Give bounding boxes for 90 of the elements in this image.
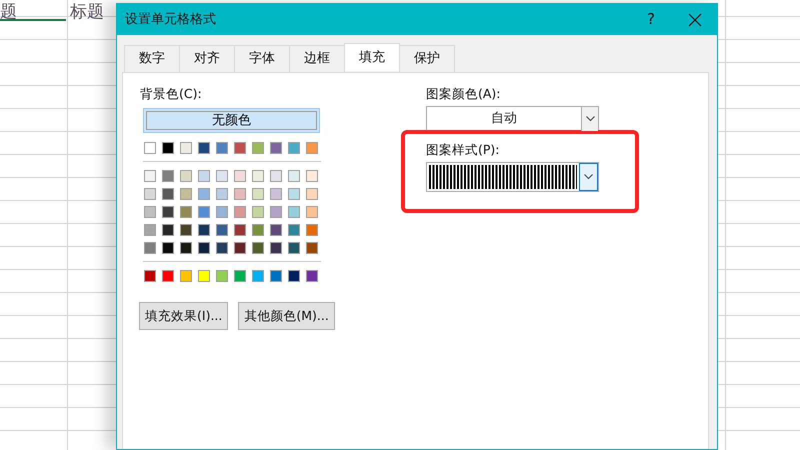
color-swatch[interactable]: [144, 188, 156, 200]
chevron-down-icon: [584, 174, 593, 180]
color-swatch[interactable]: [180, 224, 192, 236]
color-swatch[interactable]: [288, 206, 300, 218]
color-swatch[interactable]: [252, 206, 264, 218]
color-swatch[interactable]: [162, 206, 174, 218]
color-swatch[interactable]: [306, 170, 318, 182]
color-swatch[interactable]: [288, 224, 300, 236]
color-swatch[interactable]: [180, 188, 192, 200]
color-swatch[interactable]: [252, 270, 264, 282]
field-label: 背景色(C):: [140, 86, 203, 102]
color-swatch[interactable]: [180, 270, 192, 282]
color-swatch[interactable]: [270, 242, 282, 254]
color-swatch[interactable]: [306, 142, 318, 154]
color-swatch[interactable]: [252, 142, 264, 154]
color-swatch[interactable]: [216, 242, 228, 254]
color-swatch[interactable]: [144, 142, 156, 154]
tab[interactable]: 数字: [124, 45, 180, 72]
color-swatch[interactable]: [216, 206, 228, 218]
color-swatch[interactable]: [270, 224, 282, 236]
field-label: 图案样式(P):: [426, 142, 501, 158]
color-swatch[interactable]: [216, 270, 228, 282]
color-swatch[interactable]: [198, 142, 210, 154]
color-swatch[interactable]: [270, 270, 282, 282]
color-swatch[interactable]: [198, 206, 210, 218]
color-swatch[interactable]: [288, 242, 300, 254]
color-swatch[interactable]: [252, 170, 264, 182]
color-swatch[interactable]: [234, 142, 246, 154]
color-swatch[interactable]: [216, 142, 228, 154]
color-swatch[interactable]: [306, 242, 318, 254]
pattern-style-dropdown[interactable]: [426, 162, 599, 192]
color-swatch[interactable]: [162, 224, 174, 236]
color-swatch[interactable]: [306, 224, 318, 236]
color-swatch[interactable]: [162, 142, 174, 154]
color-swatch[interactable]: [252, 224, 264, 236]
color-swatch[interactable]: [216, 224, 228, 236]
tab[interactable]: 边框: [289, 45, 345, 72]
color-swatch[interactable]: [252, 188, 264, 200]
color-swatch[interactable]: [162, 242, 174, 254]
color-swatch[interactable]: [234, 206, 246, 218]
color-swatch[interactable]: [234, 188, 246, 200]
color-swatch[interactable]: [144, 270, 156, 282]
color-swatch[interactable]: [144, 206, 156, 218]
color-swatch[interactable]: [270, 188, 282, 200]
dialog-button[interactable]: 填充效果(I)...: [139, 302, 228, 330]
tab[interactable]: 保护: [399, 45, 455, 72]
color-swatch[interactable]: [288, 188, 300, 200]
color-swatch[interactable]: [306, 206, 318, 218]
color-swatch[interactable]: [234, 270, 246, 282]
field-label: 图案颜色(A):: [426, 86, 502, 102]
color-swatch[interactable]: [270, 142, 282, 154]
color-swatch[interactable]: [180, 242, 192, 254]
color-swatch[interactable]: [198, 242, 210, 254]
color-swatch[interactable]: [288, 270, 300, 282]
pattern-color-dropdown[interactable]: 自动: [426, 106, 599, 132]
color-swatch[interactable]: [252, 242, 264, 254]
color-swatch[interactable]: [288, 142, 300, 154]
tab[interactable]: 填充: [344, 43, 400, 71]
dropdown-value: 自动: [490, 110, 518, 128]
window-title: 设置单元格格式: [125, 10, 217, 29]
color-swatch[interactable]: [198, 188, 210, 200]
color-swatch[interactable]: [162, 188, 174, 200]
cell-text: 题: [0, 4, 66, 21]
color-swatch[interactable]: [216, 170, 228, 182]
color-swatch[interactable]: [162, 270, 174, 282]
help-button[interactable]: ?: [629, 8, 673, 31]
color-swatch[interactable]: [198, 170, 210, 182]
color-swatch[interactable]: [270, 206, 282, 218]
color-swatch[interactable]: [162, 170, 174, 182]
close-icon: [688, 12, 702, 26]
color-swatch[interactable]: [180, 206, 192, 218]
color-swatch[interactable]: [288, 170, 300, 182]
color-swatch[interactable]: [234, 242, 246, 254]
color-swatch[interactable]: [180, 142, 192, 154]
color-swatch[interactable]: [234, 170, 246, 182]
color-swatch[interactable]: [180, 170, 192, 182]
color-swatch[interactable]: [198, 270, 210, 282]
color-swatch[interactable]: [216, 188, 228, 200]
color-swatch[interactable]: [306, 270, 318, 282]
color-swatch[interactable]: [144, 170, 156, 182]
color-swatch[interactable]: [144, 242, 156, 254]
color-swatch[interactable]: [306, 188, 318, 200]
cell-text: 标题: [70, 2, 104, 22]
color-swatch[interactable]: [234, 224, 246, 236]
color-swatch[interactable]: [270, 170, 282, 182]
dialog-button[interactable]: 其他颜色(M)...: [238, 302, 335, 330]
no-color-button[interactable]: 无颜色: [143, 108, 320, 133]
color-swatch[interactable]: [144, 224, 156, 236]
color-swatch[interactable]: [198, 224, 210, 236]
chevron-down-icon: [586, 116, 594, 122]
